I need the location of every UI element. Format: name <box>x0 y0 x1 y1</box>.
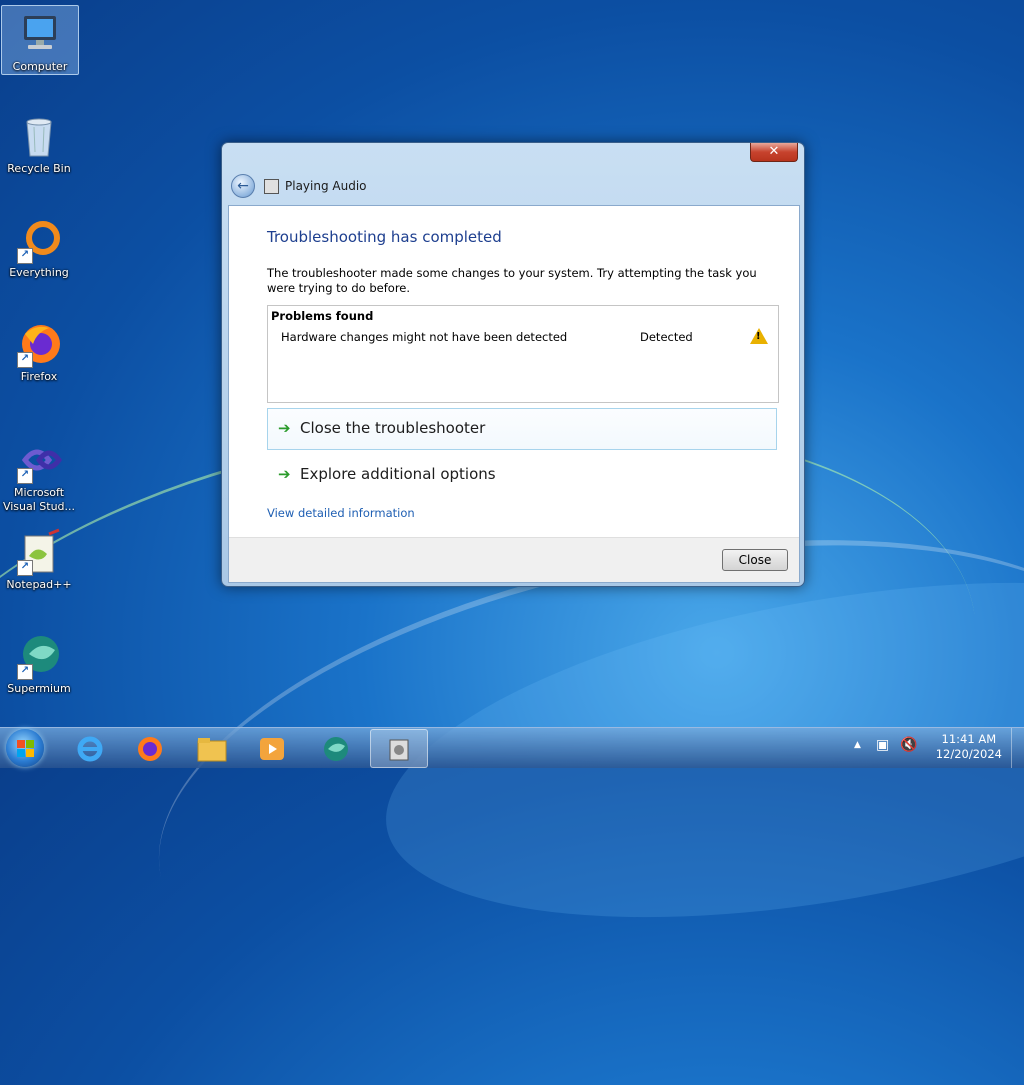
problem-name: Hardware changes might not have been det… <box>281 330 568 344</box>
troubleshooter-taskbar-item[interactable] <box>370 729 428 768</box>
problem-status: Detected <box>640 330 693 344</box>
back-arrow-icon[interactable]: ← <box>231 174 255 198</box>
desktop-icon-computer[interactable]: Computer <box>1 5 79 75</box>
desktop-icon-visual-studio[interactable]: ↗ Microsoft Visual Stud... <box>1 432 77 514</box>
troubleshooter-icon <box>264 179 279 194</box>
window-title: Playing Audio <box>285 179 367 193</box>
page-heading: Troubleshooting has completed <box>267 228 502 246</box>
warning-icon: ! <box>750 328 768 344</box>
option-label: Explore additional options <box>300 465 496 483</box>
result-description: The troubleshooter made some changes to … <box>267 266 757 295</box>
close-troubleshooter-option[interactable]: ➔ Close the troubleshooter <box>267 408 777 450</box>
firefox-icon: ↗ <box>15 320 63 368</box>
problems-found-panel: Problems found Hardware changes might no… <box>267 305 779 403</box>
green-arrow-icon: ➔ <box>278 419 291 437</box>
notepad-plus-plus-icon: ↗ <box>15 528 63 576</box>
desktop-icon-recycle-bin[interactable]: Recycle Bin <box>1 108 77 176</box>
dialog-footer: Close <box>229 537 799 582</box>
show-hidden-icons-icon[interactable]: ▲ <box>854 740 861 750</box>
media-player-icon[interactable] <box>244 729 300 766</box>
desktop-icon-everything[interactable]: ↗ Everything <box>1 212 77 280</box>
network-icon[interactable]: ▣ <box>876 737 889 753</box>
desktop-icon-label: Firefox <box>20 370 58 383</box>
green-arrow-icon: ➔ <box>278 465 291 483</box>
taskbar: ▲ ▣ 🔇 11:41 AM 12/20/2024 <box>0 727 1024 768</box>
problems-header: Problems found <box>271 309 374 323</box>
start-button[interactable] <box>6 729 44 767</box>
troubleshooter-window: ✕ ← Playing Audio Troubleshooting has co… <box>221 142 805 587</box>
show-desktop-button[interactable] <box>1011 728 1024 768</box>
option-label: Close the troubleshooter <box>300 419 486 437</box>
problem-row[interactable]: Hardware changes might not have been det… <box>268 328 778 346</box>
clock-time: 11:41 AM <box>941 732 997 746</box>
shortcut-arrow-icon: ↗ <box>17 352 33 368</box>
internet-explorer-icon[interactable] <box>62 729 118 766</box>
dialog-content: Troubleshooting has completed The troubl… <box>228 205 800 583</box>
shortcut-arrow-icon: ↗ <box>17 560 33 576</box>
clock[interactable]: 11:41 AM 12/20/2024 <box>936 732 1002 762</box>
desktop-icon-firefox[interactable]: ↗ Firefox <box>1 316 77 384</box>
explore-options-option[interactable]: ➔ Explore additional options <box>267 454 777 496</box>
close-button[interactable]: Close <box>722 549 788 571</box>
supermium-taskbar-icon[interactable] <box>308 729 364 766</box>
desktop-icon-label: Recycle Bin <box>7 162 71 175</box>
shortcut-arrow-icon: ↗ <box>17 468 33 484</box>
visual-studio-icon: ↗ <box>15 436 63 484</box>
desktop-icon-label: Notepad++ <box>6 578 72 591</box>
recycle-bin-icon <box>15 112 63 160</box>
window-close-button[interactable]: ✕ <box>750 143 798 162</box>
shortcut-arrow-icon: ↗ <box>17 248 33 264</box>
desktop-icon-label: Everything <box>9 266 69 279</box>
shortcut-arrow-icon: ↗ <box>17 664 33 680</box>
desktop-icon-supermium[interactable]: ↗ Supermium <box>1 628 77 696</box>
clock-date: 12/20/2024 <box>935 747 1002 761</box>
supermium-icon: ↗ <box>15 632 63 680</box>
view-detailed-information-link[interactable]: View detailed information <box>267 506 415 520</box>
firefox-taskbar-icon[interactable] <box>122 729 178 766</box>
volume-muted-icon[interactable]: 🔇 <box>900 737 917 753</box>
desktop-icon-label: Supermium <box>7 682 71 695</box>
desktop-icon-label: Computer <box>12 60 68 73</box>
file-explorer-icon[interactable] <box>184 729 240 766</box>
desktop-icon-label: Microsoft Visual Stud... <box>2 486 76 513</box>
system-tray: ▲ ▣ 🔇 11:41 AM 12/20/2024 <box>854 728 1024 768</box>
computer-icon <box>16 10 64 58</box>
desktop-icon-notepad-plus-plus[interactable]: ↗ Notepad++ <box>1 524 77 592</box>
everything-icon: ↗ <box>15 216 63 264</box>
